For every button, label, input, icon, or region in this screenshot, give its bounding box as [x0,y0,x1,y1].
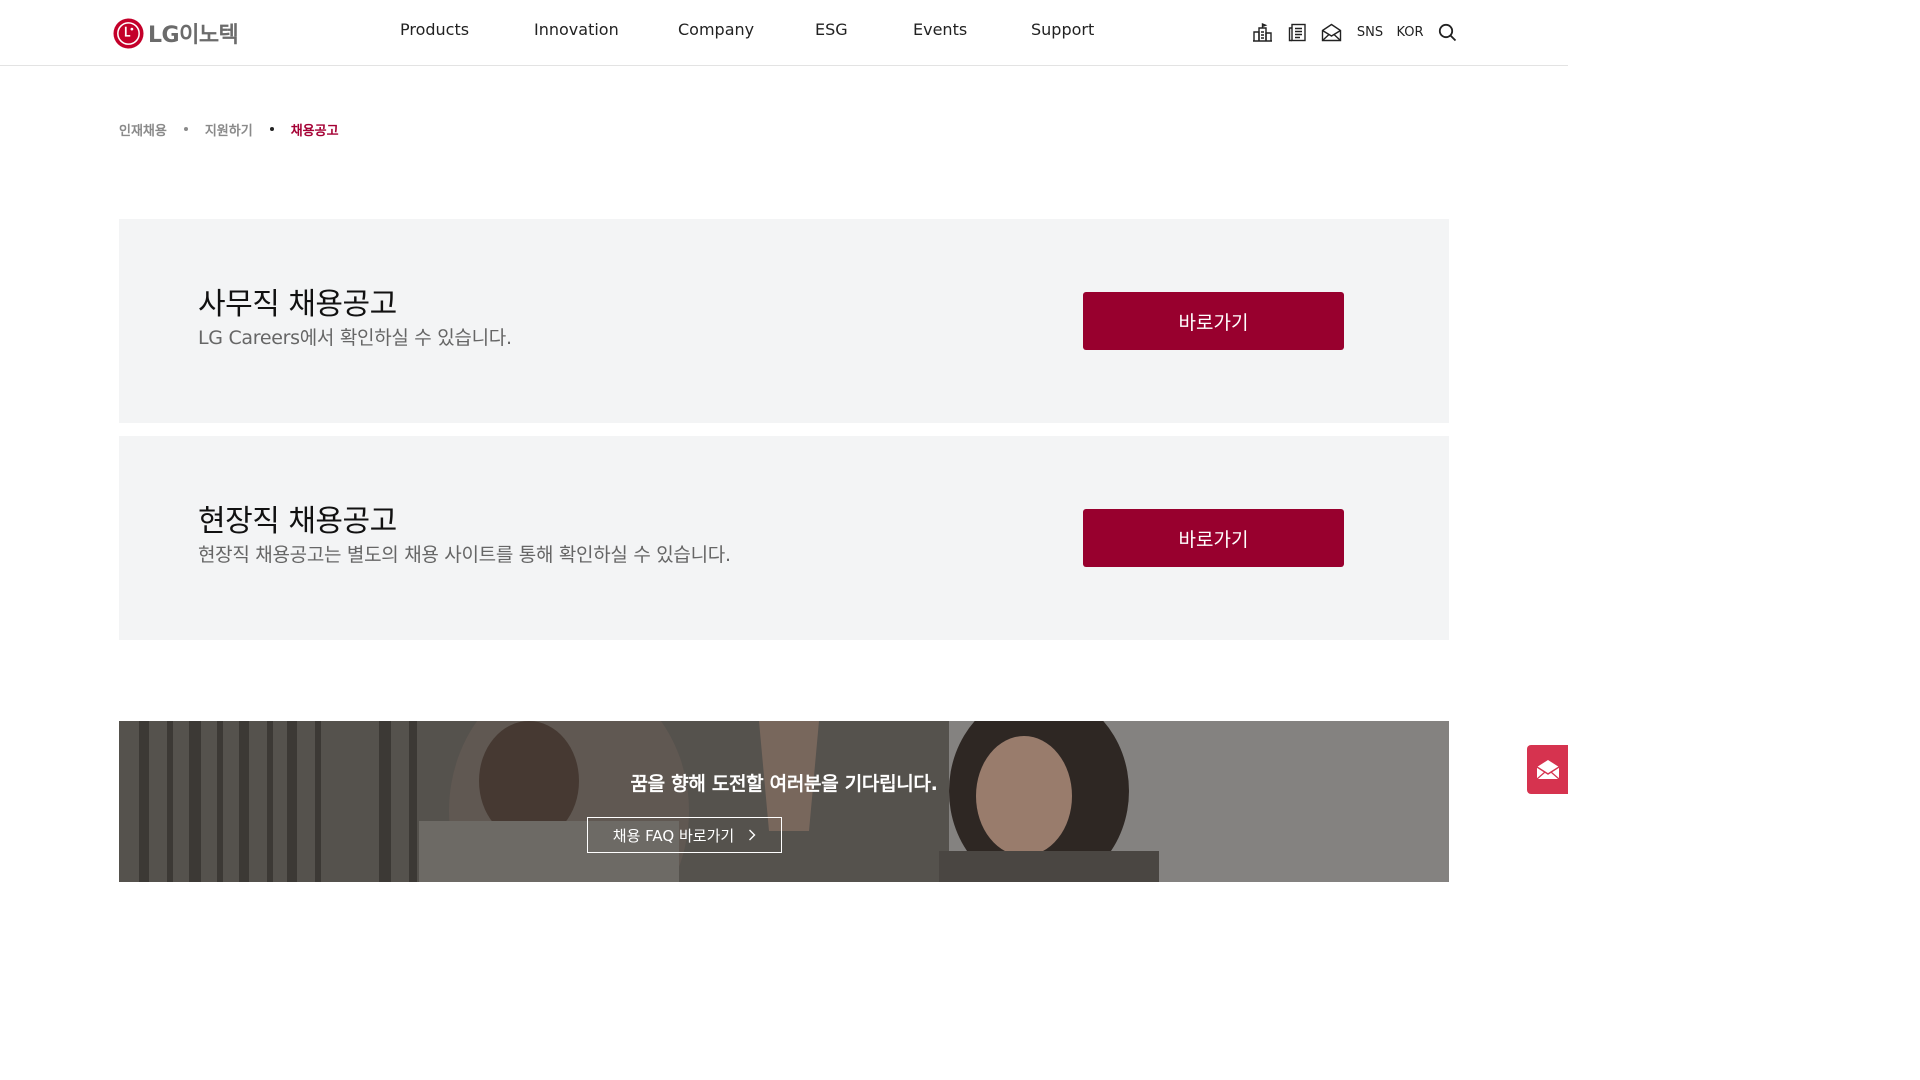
logo-text: LG이노텍 [148,23,239,48]
lg-innotek-logo[interactable]: LG이노텍 [113,17,239,49]
chevron-right-icon [749,829,756,841]
nav-events[interactable]: Events [913,20,967,39]
recruit-banner: 꿈을 향해 도전할 여러분을 기다립니다. 채용 FAQ 바로가기 [119,721,1449,882]
card-title: 현장직 채용공고 [198,504,397,539]
card-description: 현장직 채용공고는 별도의 채용 사이트를 통해 확인하실 수 있습니다. [198,544,731,566]
breadcrumb-item-recruit[interactable]: 인재채용 [119,120,167,139]
banner-title: 꿈을 향해 도전할 여러분을 기다립니다. [630,773,938,795]
breadcrumb-separator [183,127,188,131]
site-header: LG이노텍 Products Innovation Company ESG Ev… [0,0,1568,66]
floating-mail-button[interactable] [1527,745,1568,794]
newsletter-icon[interactable] [1287,20,1307,44]
breadcrumb: 인재채용 지원하기 채용공고 [119,119,339,139]
card-description: LG Careers에서 확인하실 수 있습니다. [198,327,512,349]
lg-logo-icon [113,17,144,49]
card-title: 사무직 채용공고 [198,287,397,322]
banner-overlay [119,721,1449,882]
field-job-posting-card: 현장직 채용공고 현장직 채용공고는 별도의 채용 사이트를 통해 확인하실 수… [119,436,1449,640]
mail-icon [1536,760,1559,780]
nav-support[interactable]: Support [1031,20,1094,39]
office-go-button[interactable]: 바로가기 [1083,292,1344,350]
breadcrumb-item-apply[interactable]: 지원하기 [205,120,253,139]
sns-link[interactable]: SNS [1355,20,1385,44]
breadcrumb-item-current: 채용공고 [290,123,339,139]
nav-esg[interactable]: ESG [815,20,848,39]
faq-button-label: 채용 FAQ 바로가기 [612,826,735,845]
nav-company[interactable]: Company [678,20,754,39]
breadcrumb-separator [269,127,274,131]
mail-icon[interactable] [1320,20,1342,44]
office-job-posting-card: 사무직 채용공고 LG Careers에서 확인하실 수 있습니다. 바로가기 [119,219,1449,423]
field-go-button[interactable]: 바로가기 [1083,509,1344,567]
search-icon[interactable] [1436,20,1458,44]
recruit-faq-button[interactable]: 채용 FAQ 바로가기 [587,817,782,853]
nav-products[interactable]: Products [400,20,469,39]
nav-innovation[interactable]: Innovation [534,20,619,39]
language-select[interactable]: KOR [1395,20,1425,44]
ir-building-icon[interactable] [1251,20,1273,44]
